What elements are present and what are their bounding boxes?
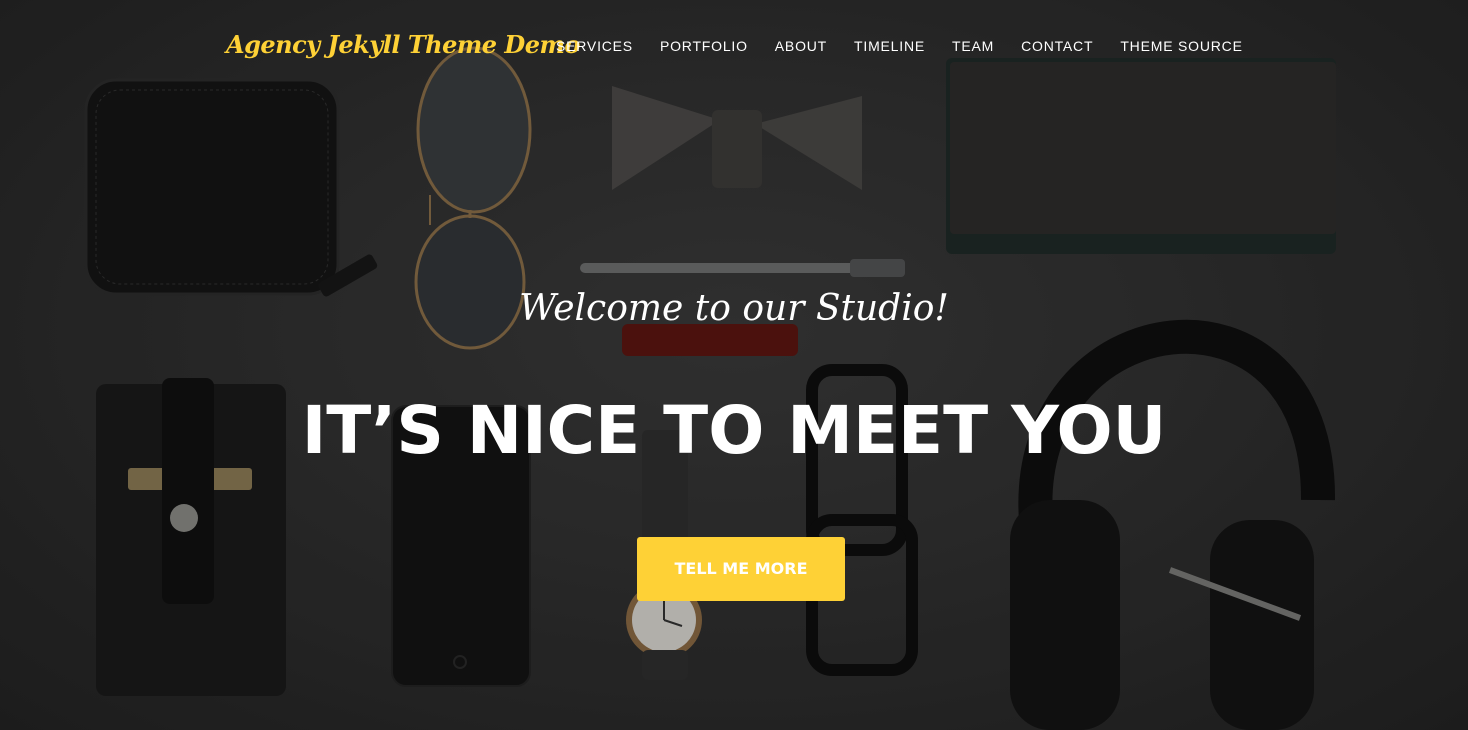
nav-item-theme-source[interactable]: THEME SOURCE	[1120, 38, 1242, 54]
nav-item-timeline[interactable]: TIMELINE	[854, 38, 925, 54]
nav-item-contact[interactable]: CONTACT	[1021, 38, 1093, 54]
hero-section	[0, 0, 1468, 730]
main-nav: SERVICES PORTFOLIO ABOUT TIMELINE TEAM C…	[556, 38, 1243, 54]
hero-overlay	[0, 0, 1468, 730]
nav-item-portfolio[interactable]: PORTFOLIO	[660, 38, 748, 54]
hero-lead-text: Welcome to our Studio!	[519, 288, 949, 329]
brand-logo[interactable]: Agency Jekyll Theme Demo	[226, 30, 580, 59]
nav-item-team[interactable]: TEAM	[952, 38, 994, 54]
nav-item-services[interactable]: SERVICES	[556, 38, 633, 54]
nav-item-about[interactable]: ABOUT	[775, 38, 827, 54]
tell-me-more-button[interactable]: TELL ME MORE	[637, 537, 845, 601]
hero-heading: IT’S NICE TO MEET YOU	[301, 392, 1167, 469]
